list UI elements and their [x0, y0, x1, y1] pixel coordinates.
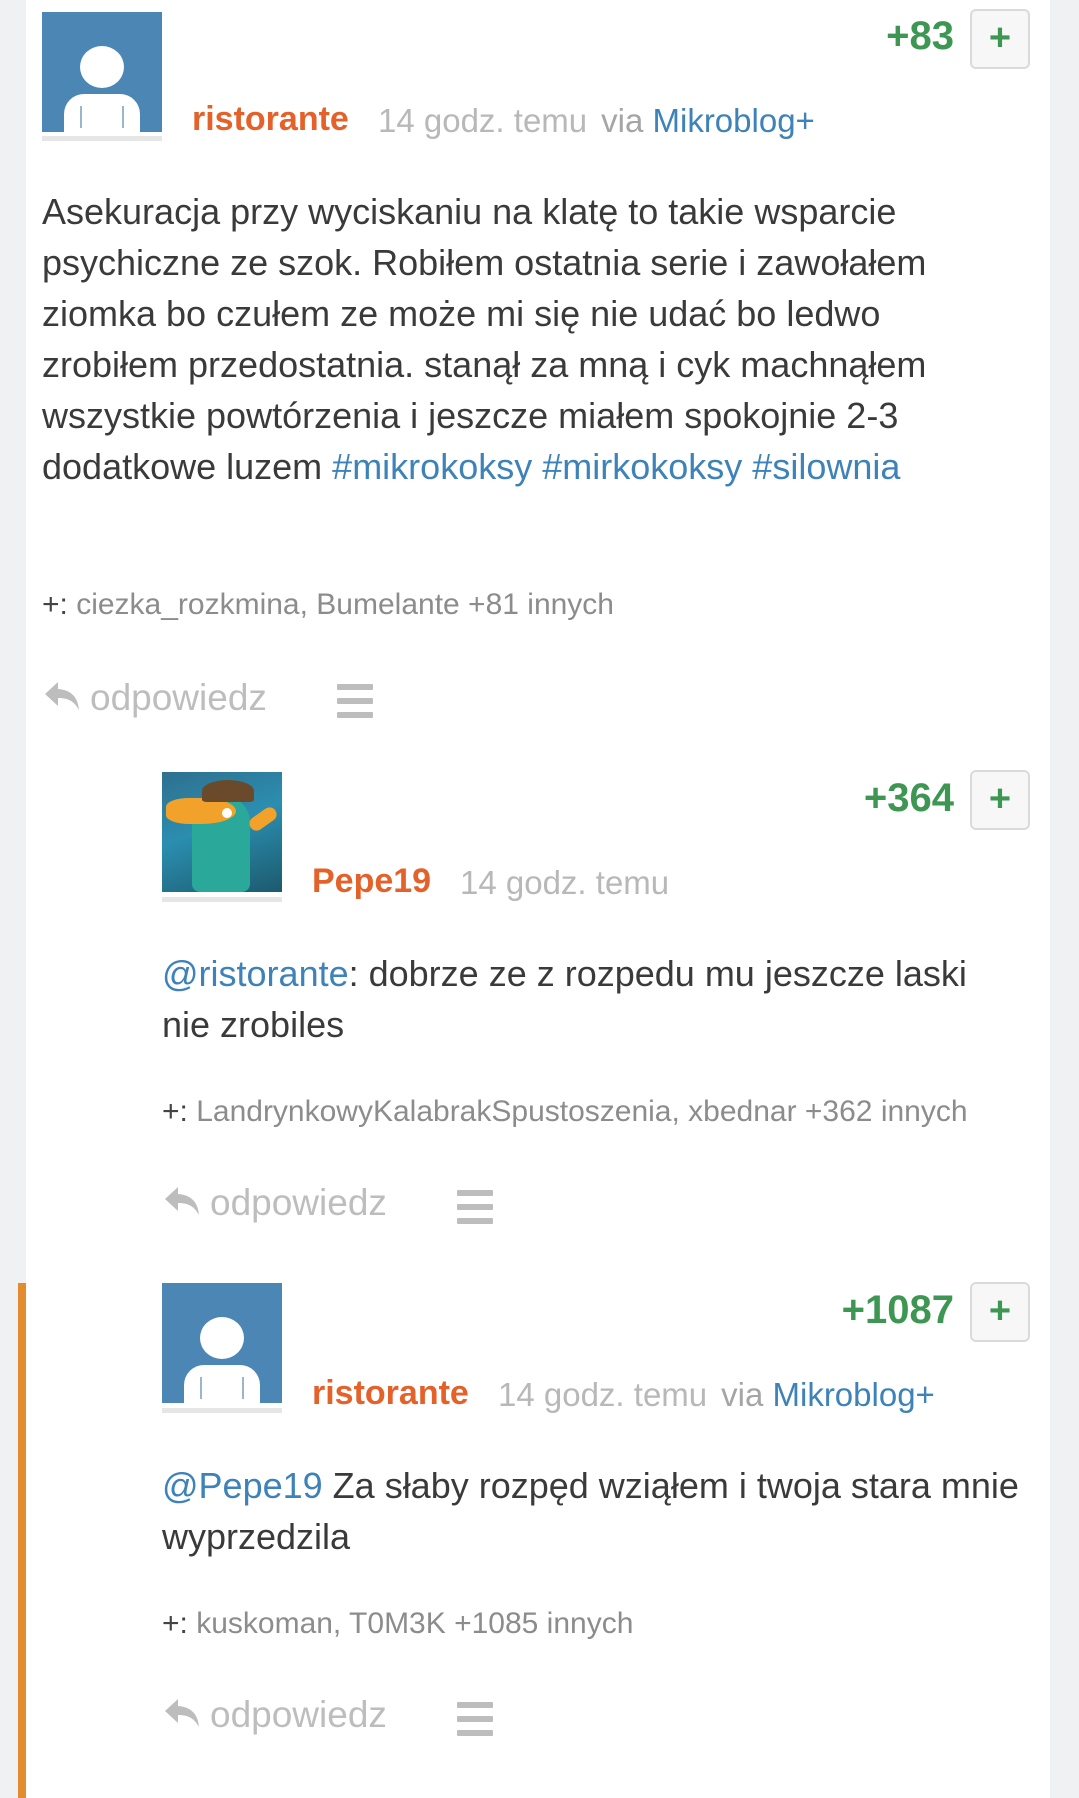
reply-label: odpowiedz	[210, 1694, 387, 1735]
post-time[interactable]: 14 godz. temu	[498, 1376, 707, 1413]
post-meta: 14 godz. temu via Mikroblog+	[378, 102, 815, 140]
vote-score: +1087	[841, 1288, 954, 1332]
voters-names[interactable]: kuskoman, T0M3K +1085 innych	[196, 1607, 633, 1640]
avatar[interactable]	[162, 1283, 282, 1403]
menu-icon[interactable]	[457, 1190, 493, 1224]
post-time[interactable]: 14 godz. temu	[460, 864, 669, 901]
menu-icon[interactable]	[457, 1702, 493, 1736]
default-user-icon	[200, 1317, 244, 1359]
author-name[interactable]: ristorante	[312, 1374, 469, 1413]
voters-list: +: ciezka_rozkmina, Bumelante +81 innych	[42, 588, 614, 621]
via-app-link[interactable]: Mikroblog+	[653, 102, 815, 139]
reply-button[interactable]: odpowiedz	[162, 1181, 387, 1224]
avatar[interactable]	[162, 772, 282, 892]
author-name[interactable]: Pepe19	[312, 862, 431, 901]
avatar-sex-line	[42, 136, 162, 141]
default-user-icon	[80, 46, 124, 88]
post-body: Asekuracja przy wyciskaniu na klatę to t…	[42, 191, 927, 487]
voters-names[interactable]: ciezka_rozkmina, Bumelante +81 innych	[76, 588, 614, 621]
reply-icon	[165, 1699, 199, 1727]
mention-link[interactable]: @ristorante	[162, 953, 349, 994]
avatar-sex-line	[162, 897, 282, 902]
voters-list: +: kuskoman, T0M3K +1085 innych	[162, 1607, 634, 1640]
comment-body: @ristorante: dobrze ze z rozpedu mu jesz…	[162, 953, 967, 1045]
voters-list: +: LandrynkowyKalabrakSpustoszenia, xbed…	[162, 1095, 968, 1128]
vote-score: +83	[886, 14, 954, 58]
via-label: via	[721, 1376, 764, 1413]
avatar[interactable]	[42, 12, 162, 132]
reply-button[interactable]: odpowiedz	[162, 1693, 387, 1736]
reply-button[interactable]: odpowiedz	[42, 676, 267, 719]
highlight-thread-bar	[18, 1283, 26, 1798]
reply-label: odpowiedz	[210, 1182, 387, 1223]
post-time[interactable]: 14 godz. temu	[378, 102, 587, 139]
upvote-button[interactable]: +	[970, 770, 1030, 830]
menu-icon[interactable]	[337, 684, 373, 718]
tag-link[interactable]: #mirkokoksy	[542, 446, 742, 487]
via-label: via	[601, 102, 644, 139]
reply-label: odpowiedz	[90, 677, 267, 718]
upvote-button[interactable]: +	[970, 1282, 1030, 1342]
post-meta: 14 godz. temu via Mikroblog+	[498, 1376, 935, 1414]
mention-link[interactable]: @Pepe19	[162, 1465, 323, 1506]
upvote-button[interactable]: +	[970, 9, 1030, 69]
post-meta: 14 godz. temu	[460, 864, 669, 902]
reply-icon	[45, 682, 79, 710]
reply-icon	[165, 1187, 199, 1215]
comment-body: @Pepe19 Za słaby rozpęd wziąłem i twoja …	[162, 1465, 1019, 1557]
author-name[interactable]: ristorante	[192, 100, 349, 139]
tag-link[interactable]: #mikrokoksy	[332, 446, 532, 487]
vote-score: +364	[863, 776, 954, 820]
tag-link[interactable]: #silownia	[752, 446, 900, 487]
avatar-sex-line	[162, 1408, 282, 1413]
voters-names[interactable]: LandrynkowyKalabrakSpustoszenia, xbednar…	[196, 1095, 967, 1128]
via-app-link[interactable]: Mikroblog+	[773, 1376, 935, 1413]
